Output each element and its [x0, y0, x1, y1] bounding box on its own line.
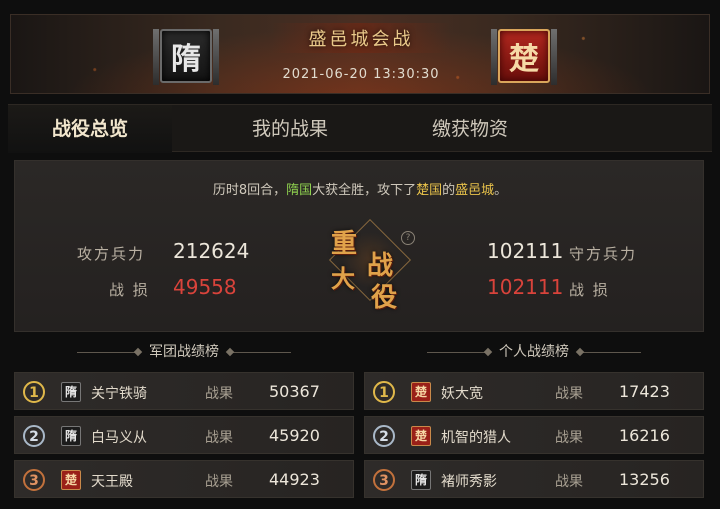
legion-board-title: 军团战绩榜: [14, 342, 354, 362]
personal-board-title-text: 个人战绩榜: [499, 344, 569, 360]
result-of: 的: [442, 183, 456, 198]
legion-name: 白马义从: [91, 430, 147, 446]
defend-troops-label: 守方兵力: [569, 245, 638, 263]
result-label: 战果: [205, 474, 233, 490]
ornament-left: [77, 351, 141, 353]
loser-name: 楚国: [416, 183, 443, 198]
faction-badge: 楚: [411, 382, 431, 402]
personal-board-title: 个人战绩榜: [364, 342, 704, 362]
defend-troops-value: 102111: [487, 239, 564, 263]
battle-result-text: 历时8回合，隋国大获全胜，攻下了楚国的盛邑城。: [15, 179, 705, 198]
rank-medal-icon: 1: [373, 381, 395, 403]
faction-badge: 隋: [61, 426, 81, 446]
help-icon[interactable]: ?: [401, 231, 415, 245]
result-prefix: 历时8回合，: [212, 183, 287, 198]
legion-name: 天王殿: [91, 474, 133, 490]
rank-medal-icon: 3: [23, 469, 45, 491]
legion-row[interactable]: 3 楚 天王殿 战果 44923: [14, 460, 354, 498]
winner-name: 隋国: [286, 183, 313, 198]
result-value: 16216: [619, 426, 670, 445]
attack-loss-value: 49558: [173, 275, 237, 299]
personal-row[interactable]: 2 楚 机智的猎人 战果 16216: [364, 416, 704, 454]
seal-char-4: 役: [371, 283, 398, 313]
battle-title: 盛邑城会战: [308, 29, 414, 50]
result-mid: 大获全胜，攻下了: [312, 183, 417, 198]
battle-datetime: 2021-06-20 13:30:30: [282, 67, 440, 82]
result-value: 45920: [269, 426, 320, 445]
player-name: 褚师秀影: [441, 474, 497, 490]
defend-loss-label: 战 损: [569, 281, 610, 299]
rank-medal-icon: 2: [373, 425, 395, 447]
player-name: 机智的猎人: [441, 430, 511, 446]
result-label: 战果: [555, 430, 583, 446]
result-value: 13256: [619, 470, 670, 489]
defend-loss-value: 102111: [487, 275, 564, 299]
seal-char-2: 大: [331, 264, 355, 293]
personal-row[interactable]: 1 楚 妖大宽 战果 17423: [364, 372, 704, 410]
attack-troops-label: 攻方兵力: [77, 245, 146, 263]
rank-medal-icon: 3: [373, 469, 395, 491]
battle-header: 隋 盛邑城会战 2021-06-20 13:30:30 楚: [10, 14, 710, 94]
major-battle-seal-icon: 重 大 战 役: [323, 218, 413, 315]
result-label: 战果: [205, 430, 233, 446]
attack-troops-value: 212624: [173, 239, 250, 263]
legion-row[interactable]: 1 隋 关宁铁骑 战果 50367: [14, 372, 354, 410]
faction-badge: 楚: [61, 470, 81, 490]
result-end: 。: [494, 183, 508, 198]
faction-badge: 隋: [61, 382, 81, 402]
legion-board-title-text: 军团战绩榜: [149, 344, 219, 360]
result-value: 44923: [269, 470, 320, 489]
faction-badge: 隋: [411, 470, 431, 490]
tab-battle-overview[interactable]: 战役总览: [8, 105, 172, 153]
result-label: 战果: [555, 386, 583, 402]
ornament-right: [577, 351, 641, 353]
defender-emblem: 楚: [498, 29, 550, 83]
rank-medal-icon: 2: [23, 425, 45, 447]
faction-badge: 楚: [411, 426, 431, 446]
ornament-left: [427, 351, 491, 353]
tab-my-results[interactable]: 我的战果: [208, 105, 372, 153]
attacker-emblem: 隋: [160, 29, 212, 83]
attack-loss-label: 战 损: [109, 281, 150, 299]
result-label: 战果: [555, 474, 583, 490]
legion-name: 关宁铁骑: [91, 386, 147, 402]
city-name: 盛邑城: [455, 183, 495, 198]
result-value: 50367: [269, 382, 320, 401]
rank-medal-icon: 1: [23, 381, 45, 403]
header-center: 盛邑城会战 2021-06-20 13:30:30: [251, 15, 471, 93]
seal-char-1: 重: [331, 229, 358, 259]
battle-summary-panel: 历时8回合，隋国大获全胜，攻下了楚国的盛邑城。 攻方兵力 212624 战 损 …: [14, 160, 704, 332]
result-label: 战果: [205, 386, 233, 402]
personal-row[interactable]: 3 隋 褚师秀影 战果 13256: [364, 460, 704, 498]
result-value: 17423: [619, 382, 670, 401]
ornament-right: [227, 351, 291, 353]
player-name: 妖大宽: [441, 386, 483, 402]
sui-banner-icon: 隋: [151, 25, 221, 87]
chu-banner-icon: 楚: [489, 25, 559, 87]
tab-bar: 战役总览 我的战果 缴获物资: [8, 104, 712, 153]
legion-row[interactable]: 2 隋 白马义从 战果 45920: [14, 416, 354, 454]
tab-captured-supplies[interactable]: 缴获物资: [388, 105, 552, 153]
